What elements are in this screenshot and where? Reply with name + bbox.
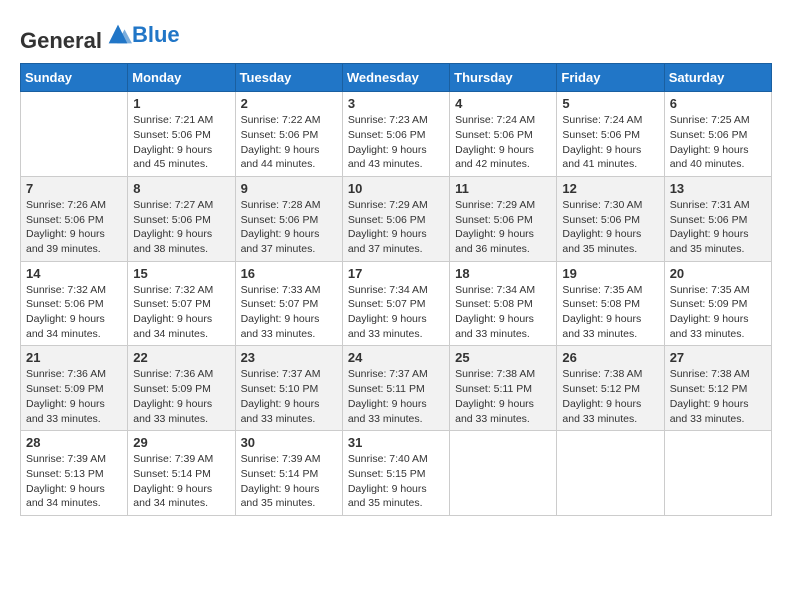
day-header-saturday: Saturday [664, 64, 771, 92]
day-detail: Sunrise: 7:39 AM Sunset: 5:14 PM Dayligh… [241, 452, 337, 511]
day-number: 23 [241, 350, 337, 365]
day-header-monday: Monday [128, 64, 235, 92]
day-number: 7 [26, 181, 122, 196]
day-detail: Sunrise: 7:27 AM Sunset: 5:06 PM Dayligh… [133, 198, 229, 257]
day-number: 19 [562, 266, 658, 281]
day-number: 25 [455, 350, 551, 365]
day-number: 15 [133, 266, 229, 281]
day-detail: Sunrise: 7:35 AM Sunset: 5:09 PM Dayligh… [670, 283, 766, 342]
day-detail: Sunrise: 7:34 AM Sunset: 5:08 PM Dayligh… [455, 283, 551, 342]
day-detail: Sunrise: 7:24 AM Sunset: 5:06 PM Dayligh… [455, 113, 551, 172]
day-number: 9 [241, 181, 337, 196]
day-detail: Sunrise: 7:34 AM Sunset: 5:07 PM Dayligh… [348, 283, 444, 342]
day-detail: Sunrise: 7:31 AM Sunset: 5:06 PM Dayligh… [670, 198, 766, 257]
day-number: 26 [562, 350, 658, 365]
day-number: 30 [241, 435, 337, 450]
day-detail: Sunrise: 7:21 AM Sunset: 5:06 PM Dayligh… [133, 113, 229, 172]
calendar-table: SundayMondayTuesdayWednesdayThursdayFrid… [20, 63, 772, 516]
day-number: 24 [348, 350, 444, 365]
day-detail: Sunrise: 7:39 AM Sunset: 5:14 PM Dayligh… [133, 452, 229, 511]
day-number: 22 [133, 350, 229, 365]
day-detail: Sunrise: 7:40 AM Sunset: 5:15 PM Dayligh… [348, 452, 444, 511]
day-detail: Sunrise: 7:38 AM Sunset: 5:12 PM Dayligh… [670, 367, 766, 426]
day-detail: Sunrise: 7:32 AM Sunset: 5:06 PM Dayligh… [26, 283, 122, 342]
page-header: General Blue [20, 20, 772, 53]
day-detail: Sunrise: 7:29 AM Sunset: 5:06 PM Dayligh… [455, 198, 551, 257]
day-header-thursday: Thursday [450, 64, 557, 92]
logo-blue: Blue [132, 22, 180, 47]
day-header-friday: Friday [557, 64, 664, 92]
day-number: 17 [348, 266, 444, 281]
day-detail: Sunrise: 7:29 AM Sunset: 5:06 PM Dayligh… [348, 198, 444, 257]
day-detail: Sunrise: 7:32 AM Sunset: 5:07 PM Dayligh… [133, 283, 229, 342]
day-number: 21 [26, 350, 122, 365]
day-detail: Sunrise: 7:38 AM Sunset: 5:12 PM Dayligh… [562, 367, 658, 426]
logo-general: General [20, 28, 102, 53]
day-detail: Sunrise: 7:38 AM Sunset: 5:11 PM Dayligh… [455, 367, 551, 426]
day-detail: Sunrise: 7:37 AM Sunset: 5:11 PM Dayligh… [348, 367, 444, 426]
day-header-tuesday: Tuesday [235, 64, 342, 92]
day-detail: Sunrise: 7:24 AM Sunset: 5:06 PM Dayligh… [562, 113, 658, 172]
day-number: 18 [455, 266, 551, 281]
day-number: 29 [133, 435, 229, 450]
day-number: 4 [455, 96, 551, 111]
day-number: 12 [562, 181, 658, 196]
day-number: 10 [348, 181, 444, 196]
day-detail: Sunrise: 7:36 AM Sunset: 5:09 PM Dayligh… [133, 367, 229, 426]
day-detail: Sunrise: 7:23 AM Sunset: 5:06 PM Dayligh… [348, 113, 444, 172]
day-detail: Sunrise: 7:39 AM Sunset: 5:13 PM Dayligh… [26, 452, 122, 511]
day-detail: Sunrise: 7:28 AM Sunset: 5:06 PM Dayligh… [241, 198, 337, 257]
day-detail: Sunrise: 7:36 AM Sunset: 5:09 PM Dayligh… [26, 367, 122, 426]
day-header-sunday: Sunday [21, 64, 128, 92]
day-number: 20 [670, 266, 766, 281]
day-number: 1 [133, 96, 229, 111]
day-number: 3 [348, 96, 444, 111]
day-number: 13 [670, 181, 766, 196]
day-detail: Sunrise: 7:35 AM Sunset: 5:08 PM Dayligh… [562, 283, 658, 342]
day-header-wednesday: Wednesday [342, 64, 449, 92]
day-number: 8 [133, 181, 229, 196]
day-detail: Sunrise: 7:37 AM Sunset: 5:10 PM Dayligh… [241, 367, 337, 426]
day-detail: Sunrise: 7:30 AM Sunset: 5:06 PM Dayligh… [562, 198, 658, 257]
day-number: 31 [348, 435, 444, 450]
logo: General Blue [20, 20, 180, 53]
day-detail: Sunrise: 7:22 AM Sunset: 5:06 PM Dayligh… [241, 113, 337, 172]
day-detail: Sunrise: 7:33 AM Sunset: 5:07 PM Dayligh… [241, 283, 337, 342]
day-detail: Sunrise: 7:25 AM Sunset: 5:06 PM Dayligh… [670, 113, 766, 172]
day-number: 2 [241, 96, 337, 111]
day-number: 16 [241, 266, 337, 281]
day-detail: Sunrise: 7:26 AM Sunset: 5:06 PM Dayligh… [26, 198, 122, 257]
day-number: 27 [670, 350, 766, 365]
day-number: 14 [26, 266, 122, 281]
day-number: 28 [26, 435, 122, 450]
logo-icon [104, 20, 132, 48]
day-number: 11 [455, 181, 551, 196]
day-number: 5 [562, 96, 658, 111]
day-number: 6 [670, 96, 766, 111]
